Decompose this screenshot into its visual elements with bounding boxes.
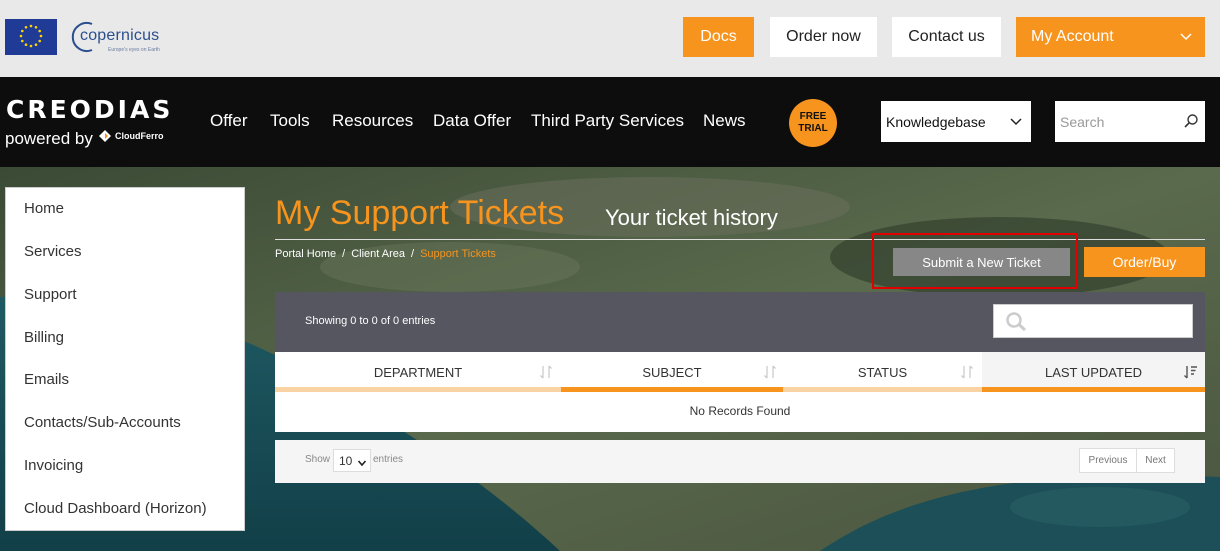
search-icon bbox=[1004, 311, 1028, 338]
chevron-down-icon bbox=[357, 457, 367, 471]
sidebar-item-services[interactable]: Services bbox=[24, 243, 82, 260]
client-area-sidebar: Home Services Support Billing Emails Con… bbox=[5, 187, 245, 531]
no-records-message: No Records Found bbox=[689, 404, 791, 418]
breadcrumb-portal-home[interactable]: Portal Home bbox=[275, 248, 336, 260]
top-bar: copernicus Europe's eyes on Earth Docs O… bbox=[0, 0, 1220, 77]
chevron-down-icon bbox=[1179, 29, 1193, 48]
creodias-logo[interactable]: CREODIAS bbox=[6, 95, 173, 124]
my-account-label: My Account bbox=[1031, 28, 1114, 45]
highlight-annotation-box bbox=[872, 233, 1078, 289]
showing-entries-text: Showing 0 to 0 of 0 entries bbox=[305, 315, 436, 327]
knowledgebase-select[interactable]: Knowledgebase bbox=[881, 101, 1031, 142]
column-header-department[interactable]: DEPARTMENT bbox=[275, 352, 561, 392]
my-account-dropdown[interactable]: My Account bbox=[1016, 17, 1205, 57]
copernicus-logo[interactable]: copernicus Europe's eyes on Earth bbox=[70, 18, 170, 58]
page-title: My Support Tickets bbox=[275, 194, 565, 232]
show-label: Show bbox=[305, 454, 331, 465]
breadcrumb: Portal Home / Client Area / Support Tickets bbox=[275, 248, 496, 260]
sidebar-item-emails[interactable]: Emails bbox=[24, 371, 69, 388]
knowledgebase-select-value: Knowledgebase bbox=[886, 114, 986, 130]
column-underline bbox=[783, 387, 982, 392]
cloudferro-label: CloudFerro bbox=[115, 131, 164, 141]
table-search-input[interactable] bbox=[993, 304, 1193, 338]
sidebar-item-cloud-dashboard[interactable]: Cloud Dashboard (Horizon) bbox=[24, 500, 207, 517]
table-footer bbox=[275, 440, 1205, 483]
cloudferro-icon bbox=[99, 130, 111, 142]
free-trial-line1: FREE bbox=[799, 111, 827, 122]
site-search-placeholder: Search bbox=[1060, 114, 1105, 130]
column-label-last-updated: LAST UPDATED bbox=[1044, 364, 1143, 380]
search-icon[interactable] bbox=[1183, 113, 1199, 132]
breadcrumb-client-area[interactable]: Client Area bbox=[351, 248, 405, 260]
tickets-table: DEPARTMENT SUBJECT STATUS LAST UPDATED N… bbox=[275, 352, 1205, 432]
contact-us-button[interactable]: Contact us bbox=[892, 17, 1001, 57]
column-label-subject: SUBJECT bbox=[642, 364, 702, 380]
nav-item-tools[interactable]: Tools bbox=[270, 111, 310, 131]
order-now-button[interactable]: Order now bbox=[770, 17, 877, 57]
entries-label: entries bbox=[373, 454, 404, 465]
nav-item-offer[interactable]: Offer bbox=[210, 111, 247, 131]
column-underline bbox=[982, 387, 1205, 392]
page-subtitle: Your ticket history bbox=[605, 205, 778, 230]
column-header-last-updated[interactable]: LAST UPDATED bbox=[982, 352, 1205, 392]
sort-descending-icon bbox=[1183, 364, 1199, 383]
sidebar-item-contacts[interactable]: Contacts/Sub-Accounts bbox=[24, 414, 181, 431]
free-trial-badge[interactable]: FREE TRIAL bbox=[789, 99, 837, 147]
free-trial-line2: TRIAL bbox=[798, 123, 828, 134]
copernicus-wordmark: copernicus bbox=[80, 27, 160, 44]
sidebar-item-home[interactable]: Home bbox=[24, 200, 64, 217]
chevron-down-icon bbox=[1009, 114, 1023, 131]
sidebar-item-billing[interactable]: Billing bbox=[24, 329, 64, 346]
column-header-status[interactable]: STATUS bbox=[783, 352, 982, 392]
column-header-subject[interactable]: SUBJECT bbox=[561, 352, 783, 392]
nav-item-third-party-services[interactable]: Third Party Services bbox=[531, 111, 684, 131]
powered-by-label: powered by bbox=[5, 129, 93, 148]
column-label-status: STATUS bbox=[857, 364, 908, 380]
entries-per-page-value: 10 bbox=[339, 454, 353, 468]
sort-icon bbox=[960, 364, 974, 383]
eu-flag-logo bbox=[5, 19, 57, 55]
next-page-button[interactable]: Next bbox=[1136, 448, 1175, 473]
cloudferro-logo: CloudFerro bbox=[98, 129, 164, 143]
sort-icon bbox=[539, 364, 553, 383]
docs-button[interactable]: Docs bbox=[683, 17, 754, 57]
nav-item-resources[interactable]: Resources bbox=[332, 111, 413, 131]
nav-item-data-offer[interactable]: Data Offer bbox=[433, 111, 511, 131]
nav-item-news[interactable]: News bbox=[703, 111, 746, 131]
sidebar-item-invoicing[interactable]: Invoicing bbox=[24, 457, 83, 474]
main-navbar: CREODIAS powered by CloudFerro Offer Too… bbox=[0, 77, 1220, 167]
site-search-input[interactable]: Search bbox=[1055, 101, 1205, 142]
entries-per-page-select[interactable]: 10 bbox=[333, 449, 371, 472]
sort-icon bbox=[763, 364, 777, 383]
previous-page-button[interactable]: Previous bbox=[1079, 448, 1137, 473]
column-label-department: DEPARTMENT bbox=[373, 364, 463, 380]
order-buy-button[interactable]: Order/Buy bbox=[1084, 247, 1205, 277]
breadcrumb-support-tickets: Support Tickets bbox=[420, 248, 496, 260]
sidebar-item-support[interactable]: Support bbox=[24, 286, 77, 303]
copernicus-tagline: Europe's eyes on Earth bbox=[108, 47, 160, 53]
column-underline bbox=[561, 387, 783, 392]
column-underline bbox=[275, 387, 561, 392]
